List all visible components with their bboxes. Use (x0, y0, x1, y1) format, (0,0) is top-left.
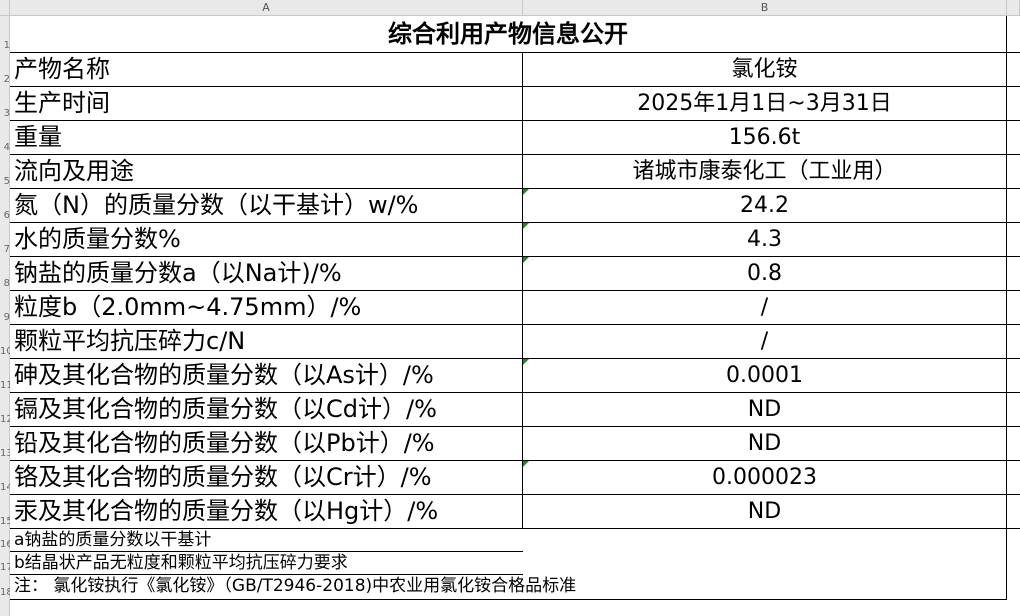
empty-cell[interactable] (1007, 121, 1020, 155)
title-row: 综合利用产物信息公开 (10, 16, 1020, 53)
row-number[interactable]: 6 (0, 211, 10, 221)
column-header-a[interactable]: A (10, 0, 523, 16)
empty-cell[interactable] (1007, 552, 1020, 575)
table-row: 铬及其化合物的质量分数（以Cr计）/% 0.000023 (10, 461, 1020, 495)
row-number[interactable]: 14 (0, 483, 10, 493)
property-label-cell[interactable]: 粒度b（2.0mm~4.75mm）/% (10, 291, 523, 325)
property-label-cell[interactable]: 氮（N）的质量分数（以干基计）w/% (10, 189, 523, 223)
note-cell[interactable]: b结晶状产品无粒度和颗粒平均抗压碎力要求 (10, 552, 523, 575)
column-header-c[interactable] (1007, 0, 1020, 16)
empty-cell[interactable] (1007, 575, 1020, 600)
empty-cell[interactable] (1007, 529, 1020, 552)
property-label-cell[interactable]: 产物名称 (10, 53, 523, 87)
property-label-cell[interactable]: 生产时间 (10, 87, 523, 121)
row-number[interactable]: 9 (0, 313, 10, 323)
column-header-b[interactable]: B (523, 0, 1007, 16)
table-row: 砷及其化合物的质量分数（以As计）/% 0.0001 (10, 359, 1020, 393)
row-number[interactable]: 16 (0, 540, 10, 550)
property-value-cell[interactable]: ND (523, 393, 1007, 427)
table-row: 重量 156.6t (10, 121, 1020, 155)
table-row: 水的质量分数% 4.3 (10, 223, 1020, 257)
property-value-cell[interactable]: 0.000023 (523, 461, 1007, 495)
empty-cell[interactable] (1007, 427, 1020, 461)
number-as-text-indicator-icon (523, 461, 529, 467)
table-row: 生产时间 2025年1月1日~3月31日 (10, 87, 1020, 121)
property-label-cell[interactable]: 颗粒平均抗压碎力c/N (10, 325, 523, 359)
number-as-text-indicator-icon (523, 189, 529, 195)
property-label-cell[interactable]: 汞及其化合物的质量分数（以Hg计）/% (10, 495, 523, 529)
table-row: 钠盐的质量分数a（以Na计)/% 0.8 (10, 257, 1020, 291)
property-value-cell[interactable]: / (523, 291, 1007, 325)
row-number[interactable]: 11 (0, 381, 10, 391)
table-row: 颗粒平均抗压碎力c/N / (10, 325, 1020, 359)
empty-cell[interactable] (1007, 87, 1020, 121)
row-number[interactable]: 5 (0, 177, 10, 187)
property-label-cell[interactable]: 流向及用途 (10, 155, 523, 189)
empty-cell[interactable] (1007, 461, 1020, 495)
row-number[interactable]: 8 (0, 279, 10, 289)
property-value-cell[interactable]: 156.6t (523, 121, 1007, 155)
empty-cell[interactable] (1007, 359, 1020, 393)
property-value-cell[interactable]: 诸城市康泰化工（工业用） (523, 155, 1007, 189)
row-number[interactable]: 3 (0, 109, 10, 119)
spreadsheet: A B 1 2 3 4 5 6 7 8 9 10 11 12 13 14 15 16 17 18 综合利用产物信息… (0, 0, 1020, 616)
table-row: 汞及其化合物的质量分数（以Hg计）/% ND (10, 495, 1020, 529)
empty-cell[interactable] (1007, 325, 1020, 359)
row-number[interactable]: 17 (0, 563, 10, 573)
property-label-cell[interactable]: 砷及其化合物的质量分数（以As计）/% (10, 359, 523, 393)
row-number[interactable]: 18 (0, 588, 10, 598)
empty-cell[interactable] (1007, 291, 1020, 325)
number-as-text-indicator-icon (523, 257, 529, 263)
empty-cell[interactable] (1007, 257, 1020, 291)
row-number[interactable]: 7 (0, 245, 10, 255)
number-as-text-indicator-icon (523, 223, 529, 229)
row-number[interactable]: 12 (0, 415, 10, 425)
empty-cell[interactable] (1007, 495, 1020, 529)
table-row: 粒度b（2.0mm~4.75mm）/% / (10, 291, 1020, 325)
row-header-strip[interactable]: 1 2 3 4 5 6 7 8 9 10 11 12 13 14 15 16 17 18 (0, 16, 10, 616)
empty-cell[interactable] (523, 529, 1007, 552)
property-label-cell[interactable]: 钠盐的质量分数a（以Na计)/% (10, 257, 523, 291)
empty-cell[interactable] (1007, 189, 1020, 223)
note-row: a钠盐的质量分数以干基计 (10, 529, 1020, 552)
note-row: b结晶状产品无粒度和颗粒平均抗压碎力要求 (10, 552, 1020, 575)
empty-cell[interactable] (1007, 223, 1020, 257)
table-row: 产物名称 氯化铵 (10, 53, 1020, 87)
property-value-cell[interactable]: 4.3 (523, 223, 1007, 257)
property-label-cell[interactable]: 铬及其化合物的质量分数（以Cr计）/% (10, 461, 523, 495)
table-row: 铅及其化合物的质量分数（以Pb计）/% ND (10, 427, 1020, 461)
empty-cell[interactable] (523, 552, 1007, 575)
title-cell[interactable]: 综合利用产物信息公开 (10, 16, 1007, 53)
select-all-corner[interactable] (0, 0, 10, 16)
number-as-text-indicator-icon (523, 359, 529, 365)
table-row: 镉及其化合物的质量分数（以Cd计）/% ND (10, 393, 1020, 427)
row-number[interactable]: 13 (0, 449, 10, 459)
property-value-cell[interactable]: 2025年1月1日~3月31日 (523, 87, 1007, 121)
row-number[interactable]: 10 (0, 347, 10, 357)
property-label-cell[interactable]: 重量 (10, 121, 523, 155)
note-cell[interactable]: 注： 氯化铵执行《氯化铵》（GB/T2946-2018)中农业用氯化铵合格品标准 (10, 575, 1007, 600)
property-value-cell[interactable]: 0.8 (523, 257, 1007, 291)
empty-cell[interactable] (1007, 393, 1020, 427)
row-number[interactable]: 15 (0, 517, 10, 527)
empty-cell[interactable] (1007, 155, 1020, 189)
row-number[interactable]: 2 (0, 75, 10, 85)
property-label-cell[interactable]: 水的质量分数% (10, 223, 523, 257)
property-value-cell[interactable]: ND (523, 495, 1007, 529)
property-label-cell[interactable]: 铅及其化合物的质量分数（以Pb计）/% (10, 427, 523, 461)
property-value-cell[interactable]: / (523, 325, 1007, 359)
table-row: 氮（N）的质量分数（以干基计）w/% 24.2 (10, 189, 1020, 223)
note-cell[interactable]: a钠盐的质量分数以干基计 (10, 529, 523, 552)
property-value-cell[interactable]: ND (523, 427, 1007, 461)
property-value-cell[interactable]: 24.2 (523, 189, 1007, 223)
empty-cell[interactable] (1007, 53, 1020, 87)
property-label-cell[interactable]: 镉及其化合物的质量分数（以Cd计）/% (10, 393, 523, 427)
note-row: 注： 氯化铵执行《氯化铵》（GB/T2946-2018)中农业用氯化铵合格品标准 (10, 575, 1020, 600)
row-number[interactable]: 4 (0, 143, 10, 153)
table-row: 流向及用途 诸城市康泰化工（工业用） (10, 155, 1020, 189)
property-value-cell[interactable]: 氯化铵 (523, 53, 1007, 87)
row-number[interactable]: 1 (0, 41, 10, 51)
property-value-cell[interactable]: 0.0001 (523, 359, 1007, 393)
empty-cell[interactable] (1007, 16, 1020, 53)
